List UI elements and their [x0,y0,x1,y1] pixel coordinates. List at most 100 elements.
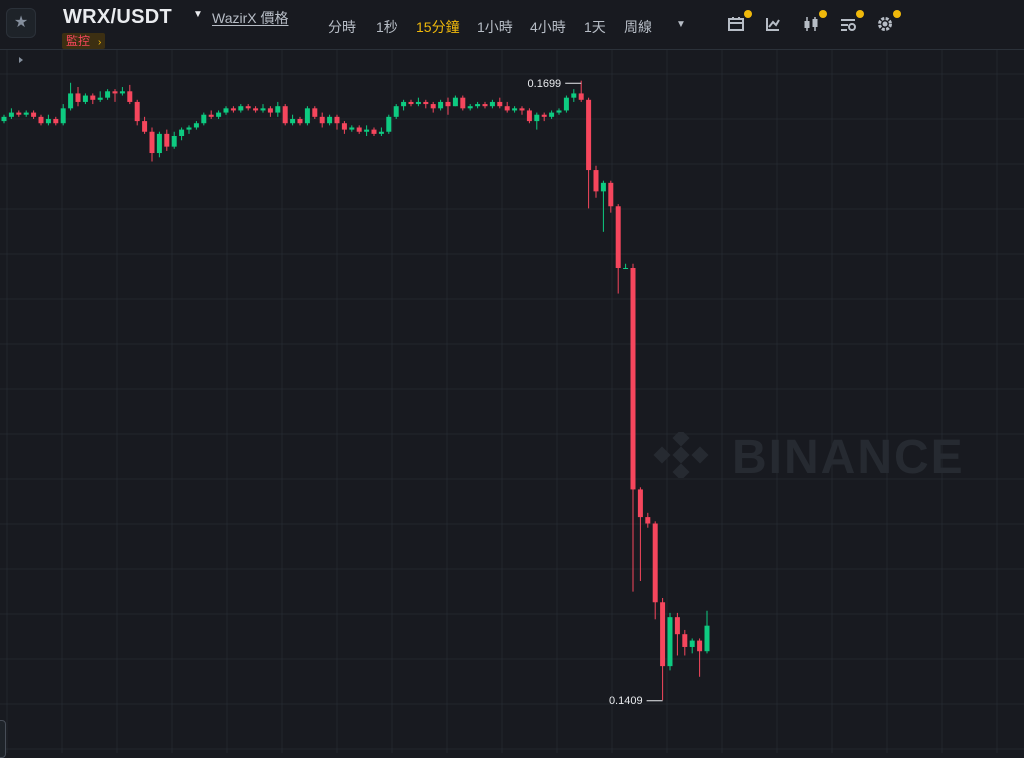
panel-expand-icon [19,57,23,63]
candle-body [549,112,555,117]
candle-body [127,91,133,102]
candle-body [430,104,436,109]
candle-body [512,108,518,111]
interval-more-icon[interactable]: ▼ [676,19,686,30]
candle-body [630,268,636,490]
candle-body [393,106,399,117]
candle-body [534,114,540,122]
candle-body [460,97,466,109]
candle-body [193,123,199,128]
candle-body [304,108,310,124]
binance-logo: BINANCE [653,429,965,484]
drawing-panel-handle[interactable] [0,720,6,758]
candle-body [482,104,488,107]
candle-body [156,133,162,154]
symbol-dropdown-icon[interactable]: ▼ [193,9,203,20]
notification-dot [856,10,864,18]
interval-tab[interactable]: 1秒 [376,17,398,37]
candle-body [297,118,303,124]
candle-body [267,108,273,113]
layout-settings-icon[interactable] [838,10,864,34]
candle-body [697,640,703,652]
candle-body [201,114,207,124]
candle-body [364,129,370,132]
candle-body [637,489,643,518]
candle-body [260,108,266,111]
candle-body [645,517,651,524]
candle-body [519,108,525,111]
interval-tab[interactable]: 分時 [328,17,356,37]
candle-body [356,127,362,132]
interval-tab-active[interactable]: 15分鐘 [416,17,460,37]
candle-style-icon[interactable] [801,10,827,34]
candle-body [586,99,592,171]
interval-tab[interactable]: 4小時 [530,17,566,37]
candle-body [60,108,66,124]
candle-body [541,114,547,117]
interval-tab[interactable]: 周線 [624,17,652,37]
indicator-icon[interactable] [763,14,783,34]
candle-body [68,93,74,109]
candle-body [401,101,407,107]
candle-body [674,617,680,635]
candle-body [623,268,629,269]
candle-body [704,625,710,652]
low-price-label: 0.1409 [609,695,643,707]
calendar-icon[interactable] [726,10,752,34]
interval-tab[interactable]: 1小時 [477,17,513,37]
candle-body [349,127,355,130]
candle-body [1,116,7,122]
candle-body [334,116,340,124]
candle-body [223,108,229,113]
candle-body [149,131,155,154]
candle-body [53,118,59,124]
candle-body [660,602,666,667]
candle-body [216,112,222,117]
price-link[interactable]: WazirX 價格 [212,8,288,28]
candlestick-chart[interactable]: 0.1699 0.1409 [0,50,1024,753]
candle-body [371,129,377,134]
monitor-label: 監控 [66,34,91,48]
candle-body [312,108,318,117]
favorite-button[interactable]: ★ [6,8,36,38]
candle-body [415,101,421,105]
candle-body [689,640,695,647]
gear-icon[interactable] [875,10,901,34]
candle-body [253,108,259,111]
candle-body [452,97,458,107]
candle-body [282,106,288,124]
candle-body [38,116,44,124]
candle-body [97,97,103,100]
candle-body [682,634,688,647]
candle-body [119,91,125,94]
candle-body [386,116,392,132]
candle-body [90,95,96,100]
chart-area[interactable]: 0.1699 0.1409 BINANCE [0,50,1024,758]
candle-body [556,110,562,113]
candle-body [608,182,614,207]
candle-body [600,182,606,192]
notification-dot [893,10,901,18]
symbol-title[interactable]: WRX/USDT [63,6,172,29]
watermark-text: BINANCE [732,432,965,478]
monitor-arrow-icon: › [98,37,102,48]
candle-body [171,136,177,147]
interval-tab[interactable]: 1天 [584,17,606,37]
high-price-label: 0.1699 [528,78,562,90]
candle-body [497,101,503,107]
candle-body [45,118,51,124]
candle-body [327,116,333,124]
candle-body [75,93,81,102]
candle-body [8,112,14,117]
candle-body [563,97,569,111]
candle-body [142,121,148,132]
candle-body [31,112,37,117]
monitor-badge[interactable]: 監控 › [62,33,106,49]
candle-body [475,104,481,107]
candle-body [82,95,88,102]
candle-body [652,523,658,603]
candle-body [179,129,185,136]
candle-body [578,93,584,100]
candle-body [134,101,140,122]
candle-body [186,127,192,130]
